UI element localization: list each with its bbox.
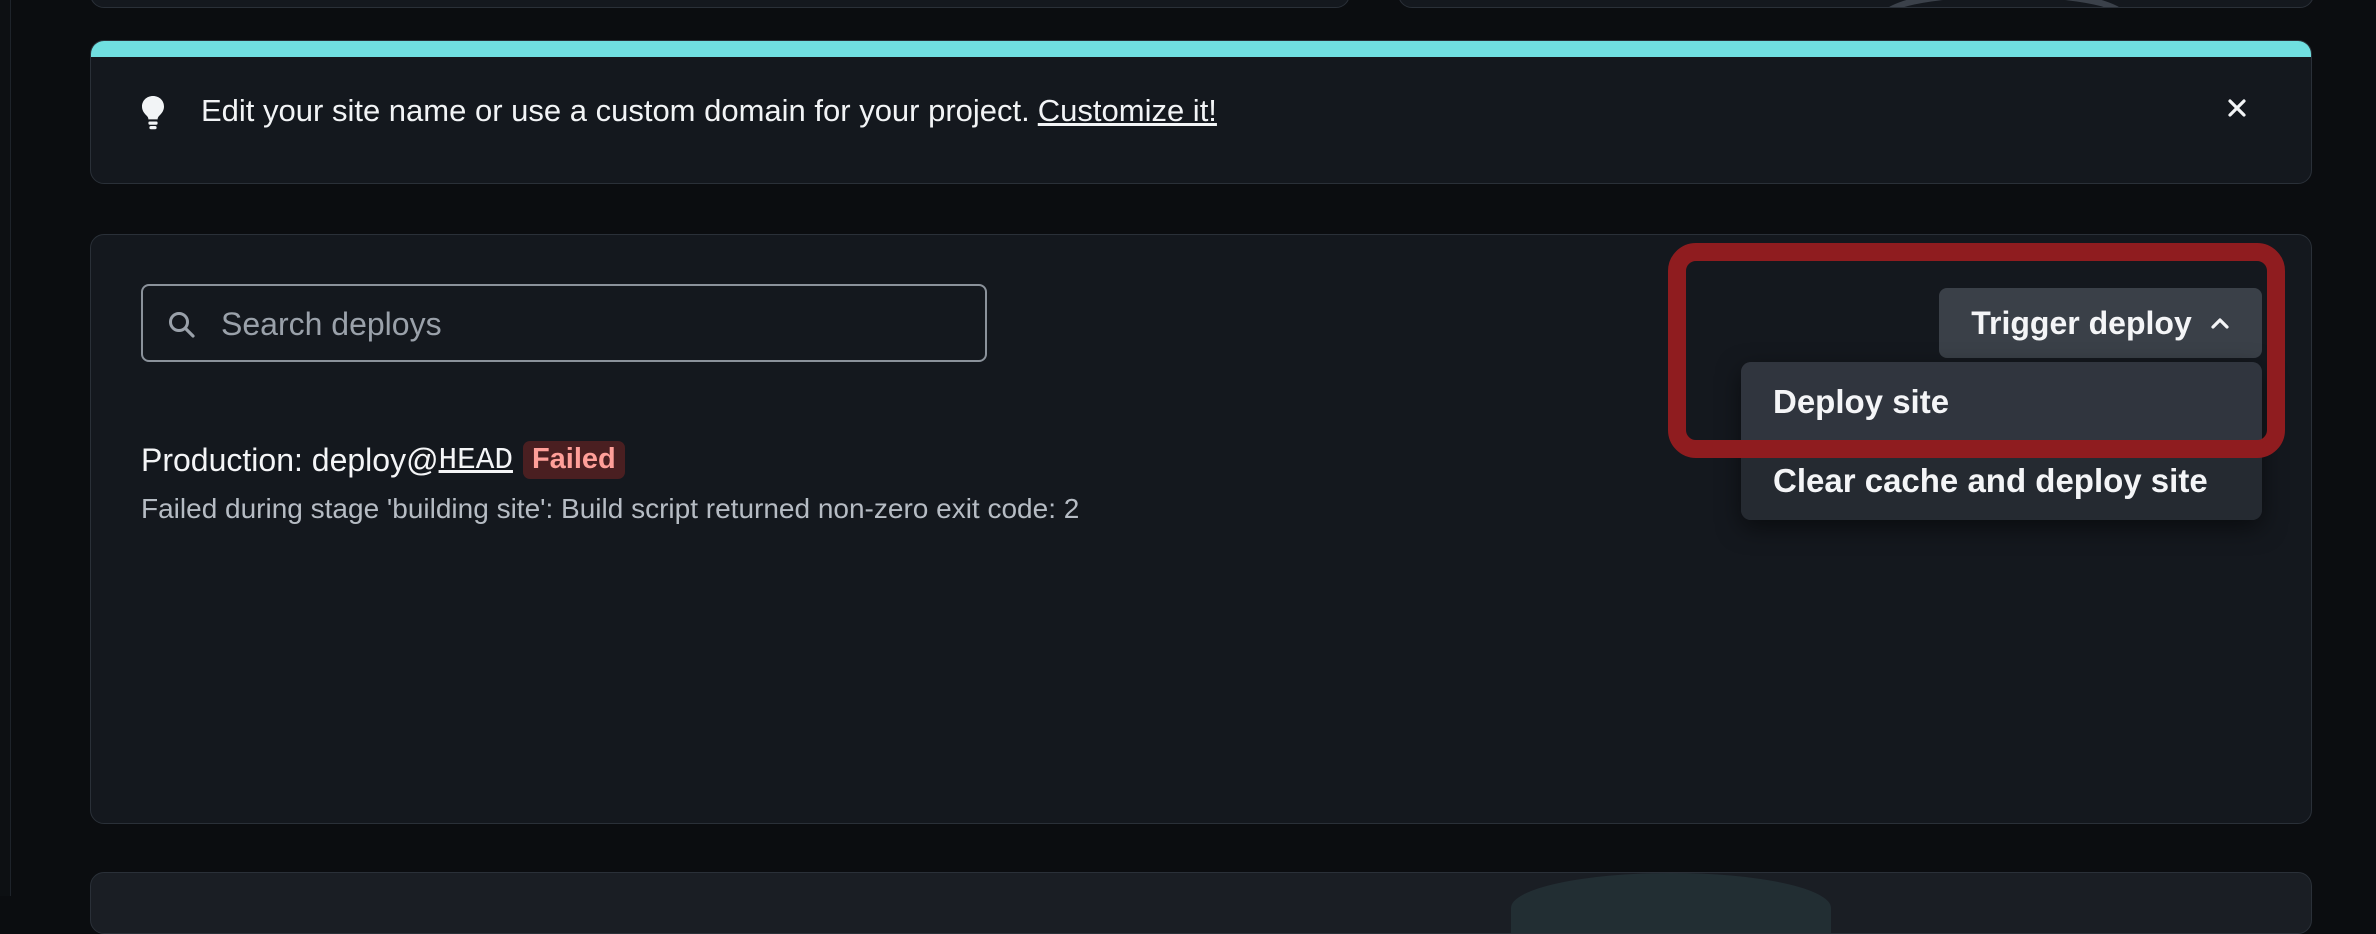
deploy-title-prefix: Production: deploy@ bbox=[141, 441, 439, 478]
trigger-deploy-button[interactable]: Trigger deploy bbox=[1939, 288, 2262, 358]
bottom-card bbox=[90, 872, 2312, 934]
chevron-up-icon bbox=[2211, 318, 2229, 329]
trigger-deploy-label: Trigger deploy bbox=[1971, 304, 2192, 341]
banner-message-text: Edit your site name or use a custom doma… bbox=[201, 93, 1030, 128]
top-card-left bbox=[90, 0, 1350, 8]
top-card-right bbox=[1398, 0, 2314, 8]
deploy-title: Production: deploy@ HEAD Failed bbox=[141, 441, 1079, 479]
menu-item-deploy-site[interactable]: Deploy site bbox=[1741, 362, 2262, 441]
customize-banner: Edit your site name or use a custom doma… bbox=[90, 40, 2312, 184]
trigger-deploy-menu: Deploy site Clear cache and deploy site bbox=[1741, 362, 2262, 520]
close-icon[interactable] bbox=[2222, 93, 2252, 123]
search-deploys-input[interactable] bbox=[219, 286, 963, 362]
status-badge: Failed bbox=[522, 441, 625, 479]
deploy-error-message: Failed during stage 'building site': Bui… bbox=[141, 493, 1080, 524]
search-deploys-field[interactable] bbox=[141, 284, 987, 362]
deploy-list-item[interactable]: Production: deploy@ HEAD Failed Failed dur… bbox=[141, 441, 1079, 525]
banner-message: Edit your site name or use a custom doma… bbox=[201, 93, 1217, 129]
deploy-ref-link[interactable]: HEAD bbox=[439, 443, 513, 478]
customize-link[interactable]: Customize it! bbox=[1038, 93, 1217, 128]
lightbulb-icon bbox=[142, 96, 164, 130]
search-icon bbox=[169, 312, 195, 338]
banner-accent-bar bbox=[91, 41, 2311, 57]
menu-item-clear-cache-deploy[interactable]: Clear cache and deploy site bbox=[1741, 441, 2262, 520]
left-rail bbox=[0, 0, 11, 896]
